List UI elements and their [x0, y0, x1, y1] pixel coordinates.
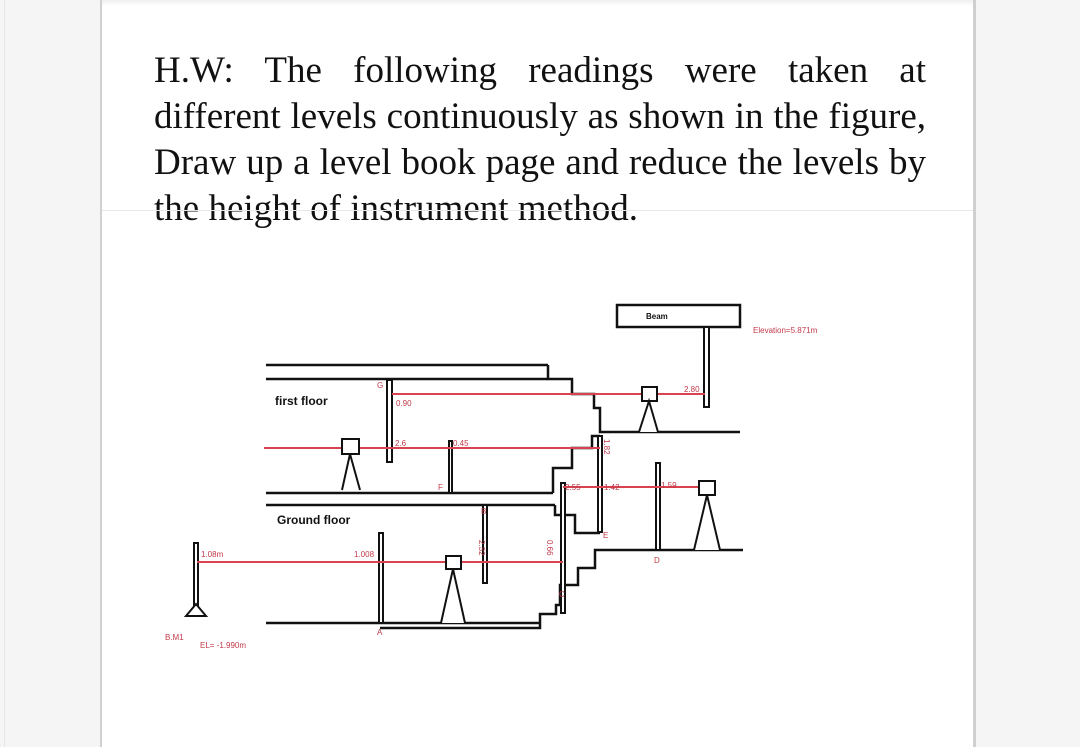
reading-d: 1.59 — [661, 481, 677, 490]
reading-f: 0.45 — [453, 439, 469, 448]
reading-a: 1.008 — [354, 550, 375, 559]
reading-e-fore: 1.42 — [604, 483, 620, 492]
staff-e — [597, 435, 603, 533]
station-c: C — [559, 590, 565, 599]
station-b: B — [481, 507, 486, 516]
ground-floor-label: Ground floor — [277, 513, 351, 527]
benchmark-name: B.M1 — [165, 633, 184, 642]
level-instrument-4 — [638, 386, 659, 433]
station-g: G — [377, 381, 383, 390]
level-instrument-3 — [341, 438, 361, 491]
structure — [266, 303, 743, 630]
reading-beam: 2.80 — [684, 385, 700, 394]
first-floor-label: first floor — [275, 394, 328, 408]
station-f: F — [438, 483, 443, 492]
station-a: A — [377, 628, 383, 637]
reading-c: 0.66 — [545, 540, 554, 556]
beam — [615, 303, 742, 329]
level-instrument-1 — [440, 555, 466, 624]
reading-g-upper: 0.90 — [396, 399, 412, 408]
level-instrument-2 — [693, 480, 721, 551]
station-e: E — [603, 531, 608, 540]
beam-label: Beam — [646, 312, 668, 321]
station-d: D — [654, 556, 660, 565]
staff-g — [386, 379, 393, 463]
staff-a — [378, 532, 384, 624]
reading-bm1: 1.08m — [201, 550, 224, 559]
staff-d — [655, 462, 661, 551]
reading-e-back: 2.55 — [565, 483, 581, 492]
reading-b: 2.32 — [477, 540, 486, 556]
reading-upper-stair: 1.82 — [602, 439, 611, 455]
leveling-figure: first floor Ground floor Beam Elevation=… — [165, 303, 818, 650]
beam-elevation-label: Elevation=5.871m — [753, 326, 818, 335]
benchmark-elevation: EL= -1.990m — [200, 641, 246, 650]
benchmark-marker — [183, 602, 209, 617]
reading-g-lower: 2.6 — [395, 439, 407, 448]
